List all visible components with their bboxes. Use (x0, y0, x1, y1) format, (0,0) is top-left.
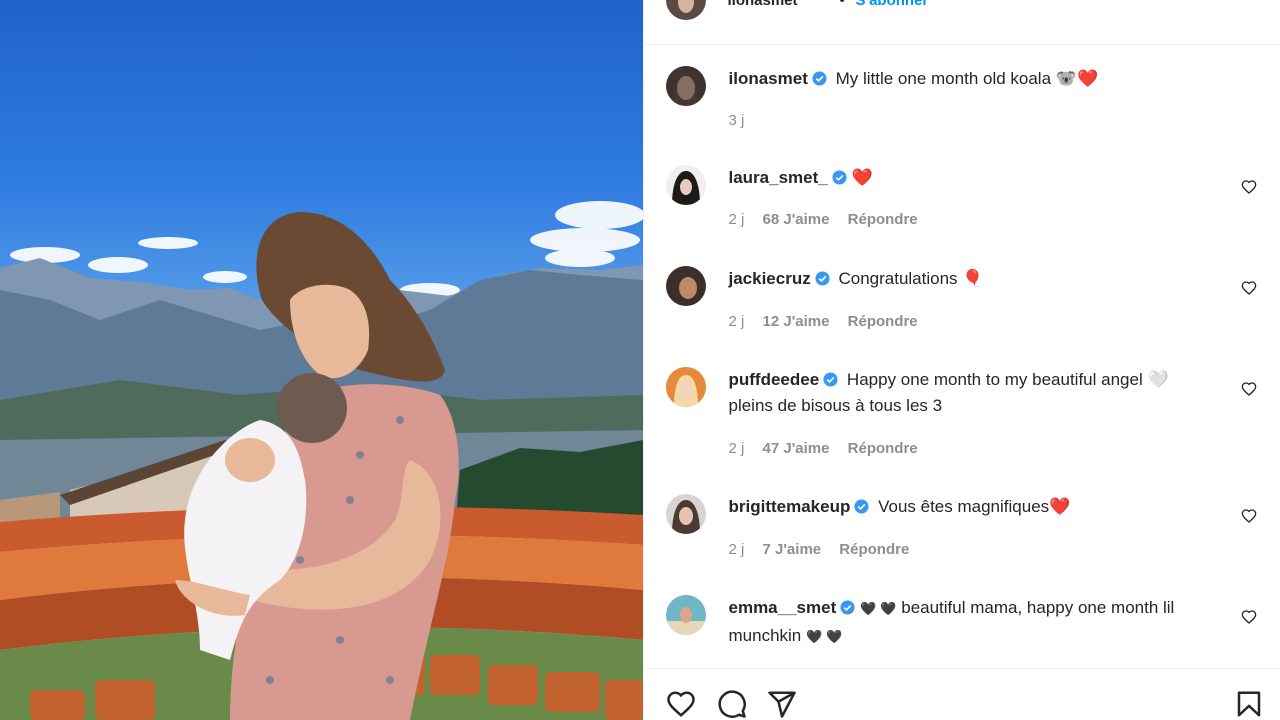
comment-text-line2: munchkin (728, 626, 802, 645)
caption-text: My little one month old koala (835, 69, 1052, 88)
verified-badge-icon (854, 499, 869, 514)
comment-text: Happy one month to my beautiful angel (846, 370, 1143, 389)
comment-username[interactable]: laura_smet_ (729, 168, 828, 187)
verified-badge-icon (823, 372, 838, 387)
comment-meta: 2 j 12 J'aime Répondre (729, 313, 932, 330)
comment-text: beautiful mama, happy one month lil (901, 598, 1175, 617)
avatar-image (665, 595, 706, 635)
post-header: ilonasmet • S'abonner ••• (643, 0, 1280, 45)
follow-button[interactable]: S'abonner (856, 0, 929, 9)
avatar-image (665, 494, 706, 534)
verified-badge-icon (840, 600, 855, 615)
comment-username[interactable]: puffdeedee (729, 370, 820, 389)
comment-likes[interactable]: 68 J'aime (763, 211, 830, 228)
share-icon[interactable] (767, 689, 797, 719)
comment-avatar[interactable] (665, 494, 706, 534)
avatar-image (665, 367, 706, 407)
caption-emoji: 🐨❤️ (1055, 69, 1099, 89)
caption-username[interactable]: ilonasmet (729, 69, 808, 88)
comment-username[interactable]: emma__smet (729, 598, 837, 617)
avatar-image (665, 66, 706, 106)
verified-badge-icon (832, 170, 847, 185)
reply-button[interactable]: Répondre (839, 541, 909, 558)
like-comment-heart-icon[interactable] (1241, 508, 1257, 524)
comment-username[interactable]: brigittemakeup (729, 497, 851, 516)
comment-likes[interactable]: 47 J'aime (763, 440, 830, 457)
comment-emoji: ❤️ (1049, 497, 1071, 517)
comment-meta: 2 j 47 J'aime Répondre (729, 440, 932, 457)
comment-time[interactable]: 2 j (729, 541, 745, 558)
comment-body: brigittemakeup Vous êtes magnifiques❤️ (729, 494, 1219, 520)
action-bar (643, 668, 1280, 720)
author-username[interactable]: ilonasmet (728, 0, 798, 9)
verified-badge-icon (812, 71, 827, 86)
reply-button[interactable]: Répondre (848, 211, 918, 228)
comment-body: jackiecruz Congratulations 🎈 (729, 266, 1219, 292)
avatar-image (665, 165, 706, 205)
comment-text-line2: pleins de bisous à tous les 3 (728, 396, 943, 415)
comment-avatar[interactable] (665, 595, 706, 635)
separator: • (839, 0, 845, 9)
comment-emoji: ❤️ (851, 168, 873, 188)
comment-avatar[interactable] (665, 165, 706, 205)
caption-avatar[interactable] (665, 66, 706, 106)
avatar-image (665, 266, 706, 306)
comment-emoji-lead: 🖤 🖤 (859, 602, 897, 617)
comment-time[interactable]: 2 j (729, 211, 745, 228)
instagram-post: ilonasmet • S'abonner ••• ilonasmet My l… (0, 0, 1280, 720)
author-avatar[interactable] (665, 0, 706, 20)
comment-body: emma__smet 🖤 🖤 beautiful mama, happy one… (729, 595, 1219, 651)
comment-avatar[interactable] (665, 367, 706, 407)
like-comment-heart-icon[interactable] (1241, 179, 1257, 195)
comment-emoji: 🤍 (1147, 370, 1169, 390)
comment-text: Congratulations (838, 269, 958, 288)
caption-time[interactable]: 3 j (729, 112, 745, 129)
comment-emoji-trail: 🖤 🖤 (806, 630, 843, 645)
like-comment-heart-icon[interactable] (1241, 609, 1257, 625)
comment-time[interactable]: 2 j (729, 313, 745, 330)
caption-meta: 3 j (729, 112, 759, 129)
comment-avatar[interactable] (665, 266, 706, 306)
comment-username[interactable]: jackiecruz (729, 269, 811, 288)
like-comment-heart-icon[interactable] (1241, 381, 1257, 397)
comment-time[interactable]: 2 j (729, 440, 745, 457)
avatar-image (665, 0, 706, 20)
photo-illustration (0, 201, 643, 720)
comments-panel: ilonasmet • S'abonner ••• ilonasmet My l… (642, 0, 1280, 720)
reply-button[interactable]: Répondre (848, 313, 918, 330)
more-options-icon[interactable]: ••• (1232, 0, 1256, 9)
like-icon[interactable] (666, 689, 696, 719)
comment-text: Vous êtes magnifiques (878, 497, 1050, 516)
comment-meta: 2 j 7 J'aime Répondre (729, 541, 924, 558)
caption-body: ilonasmet My little one month old koala … (729, 66, 1219, 92)
comment-likes[interactable]: 7 J'aime (763, 541, 822, 558)
save-icon[interactable] (1234, 689, 1264, 719)
like-comment-heart-icon[interactable] (1241, 280, 1257, 296)
comment-body: puffdeedee Happy one month to my beautif… (729, 367, 1219, 419)
comment-body: laura_smet_ ❤️ (729, 165, 1219, 191)
reply-button[interactable]: Répondre (848, 440, 918, 457)
comment-icon[interactable] (717, 689, 747, 719)
post-photo[interactable] (0, 0, 643, 720)
comment-likes[interactable]: 12 J'aime (763, 313, 830, 330)
comment-meta: 2 j 68 J'aime Répondre (729, 211, 932, 228)
comment-emoji: 🎈 (962, 269, 984, 289)
verified-badge-icon (815, 271, 830, 286)
